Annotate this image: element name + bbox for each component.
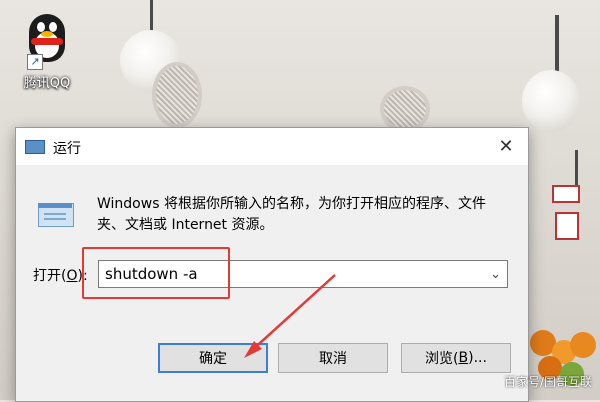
wall-vent [380, 86, 430, 132]
wall-lamp [522, 70, 580, 132]
dialog-title: 运行 [53, 141, 81, 157]
dialog-description: Windows 将根据你所输入的名称，为你打开相应的程序、文件夹、文档或 Int… [97, 196, 486, 233]
street-sign [555, 212, 579, 240]
browse-button[interactable]: 浏览(B)... [401, 343, 511, 373]
qq-penguin-icon: ↗ [25, 12, 69, 70]
wall-vent [152, 62, 202, 128]
fruit [570, 332, 596, 358]
dialog-titlebar[interactable]: 运行 ✕ [16, 128, 528, 165]
open-label: 打开(O): [33, 268, 88, 284]
watermark: 百家号/国哥互联 [503, 375, 592, 389]
shortcut-arrow-icon: ↗ [27, 54, 43, 70]
close-icon: ✕ [498, 136, 514, 157]
desktop-icon-label: 腾讯QQ [23, 76, 71, 91]
run-illustration-icon [34, 199, 74, 227]
street-sign [552, 185, 580, 203]
lamp-pole [575, 150, 578, 185]
cancel-button[interactable]: 取消 [278, 343, 388, 373]
ok-button[interactable]: 确定 [158, 343, 268, 373]
close-button[interactable]: ✕ [484, 128, 528, 165]
chevron-down-icon[interactable]: ⌄ [490, 267, 501, 282]
run-app-icon [25, 140, 45, 154]
command-highlight-box [82, 247, 230, 299]
desktop-icon-qq[interactable]: ↗ 腾讯QQ [14, 12, 80, 91]
